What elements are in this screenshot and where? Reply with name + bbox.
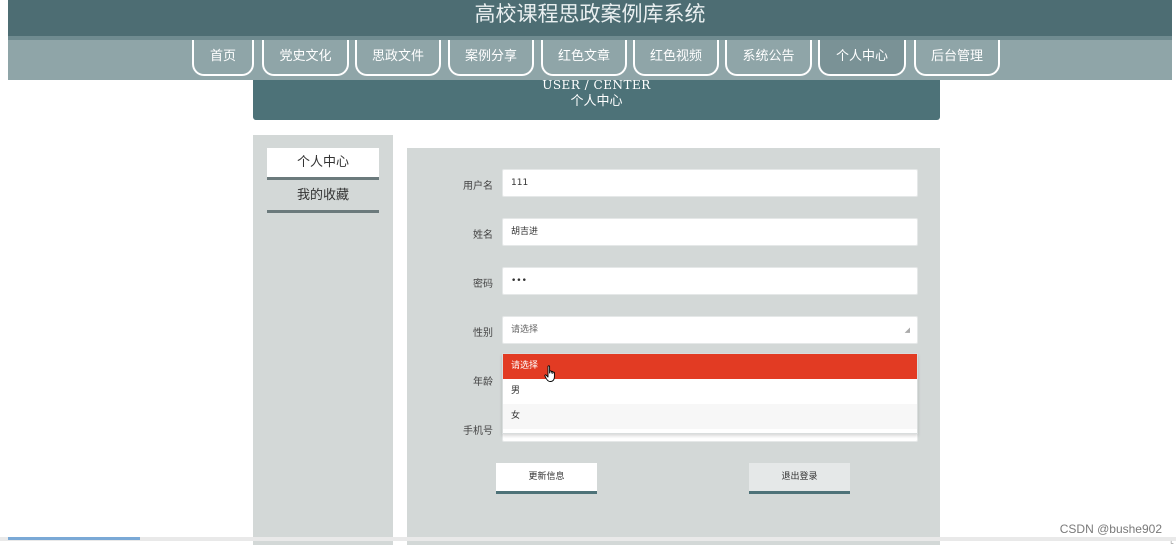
phone-label: 手机号 (463, 426, 493, 437)
nav-item-announcements[interactable]: 系统公告 (725, 40, 812, 76)
name-input[interactable]: 胡吉进 (502, 218, 918, 246)
page-banner: USER / CENTER 个人中心 (253, 78, 940, 120)
horizontal-scrollbar[interactable] (0, 537, 1176, 541)
hand-pointer-icon (544, 365, 555, 382)
top-header: 高校课程思政案例库系统 (8, 0, 1172, 36)
profile-form: 用户名 111 姓名 胡吉进 密码 ••• 性别 请选择 ◢ 年龄 手机号 13… (407, 148, 940, 545)
gender-option-placeholder[interactable]: 请选择 (503, 354, 917, 379)
watermark: CSDN @bushe902 (1059, 522, 1162, 536)
nav-item-home[interactable]: 首页 (192, 40, 254, 76)
nav-item-red-articles[interactable]: 红色文章 (541, 40, 627, 76)
password-input[interactable]: ••• (502, 267, 918, 295)
nav-item-admin[interactable]: 后台管理 (914, 40, 1000, 76)
gender-option-male[interactable]: 男 (503, 379, 917, 404)
username-label: 用户名 (463, 181, 493, 192)
banner-title: 个人中心 (570, 94, 623, 109)
gender-option-female[interactable]: 女 (503, 404, 917, 429)
resize-corner-icon: ⌞ (1170, 536, 1174, 545)
sidebar-item-favorites[interactable]: 我的收藏 (267, 181, 379, 213)
gender-dropdown: 请选择 男 女 (502, 353, 918, 434)
nav-item-party-history[interactable]: 党史文化 (262, 40, 349, 76)
gender-select-value: 请选择 (511, 325, 539, 335)
site-title: 高校课程思政案例库系统 (474, 2, 706, 26)
logout-button[interactable]: 退出登录 (749, 463, 850, 494)
nav-item-policy-docs[interactable]: 思政文件 (355, 40, 441, 76)
scrollbar-thumb[interactable] (8, 537, 140, 540)
sidebar-item-user-center[interactable]: 个人中心 (267, 148, 379, 180)
gender-label: 性别 (473, 328, 493, 339)
name-label: 姓名 (473, 230, 493, 241)
username-input[interactable]: 111 (502, 169, 918, 197)
sidebar: 个人中心 我的收藏 (253, 135, 393, 545)
main-nav: 首页 党史文化 思政文件 案例分享 红色文章 红色视频 系统公告 个人中心 后台… (8, 40, 1172, 80)
nav-item-user-center[interactable]: 个人中心 (818, 40, 906, 76)
nav-item-case-share[interactable]: 案例分享 (448, 40, 534, 76)
password-label: 密码 (473, 279, 493, 290)
banner-subtitle: USER / CENTER (542, 78, 651, 92)
triangle-down-icon: ◢ (904, 326, 910, 334)
nav-item-red-videos[interactable]: 红色视频 (633, 40, 719, 76)
gender-select[interactable]: 请选择 ◢ (502, 316, 918, 344)
age-label: 年龄 (473, 377, 493, 388)
update-info-button[interactable]: 更新信息 (496, 463, 597, 494)
